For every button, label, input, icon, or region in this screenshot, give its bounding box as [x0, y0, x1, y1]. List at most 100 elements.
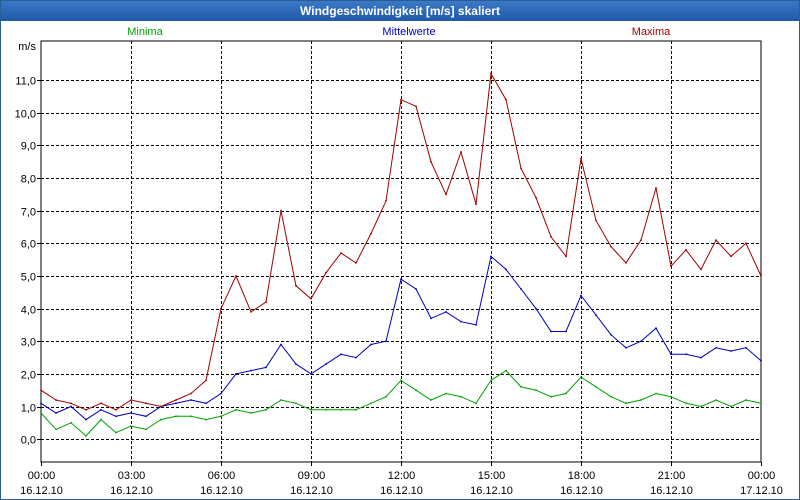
- data-point-mittelwerte: [295, 363, 297, 365]
- data-point-minima: [595, 386, 597, 388]
- x-tick-time: 00:00: [28, 470, 56, 482]
- data-point-mittelwerte: [610, 333, 612, 336]
- data-point-maxima: [115, 408, 117, 411]
- data-point-mittelwerte: [595, 314, 597, 316]
- data-point-minima: [655, 392, 657, 395]
- data-point-mittelwerte: [670, 353, 672, 356]
- data-point-minima: [625, 402, 627, 405]
- data-point-minima: [355, 408, 357, 411]
- data-point-minima: [130, 425, 132, 427]
- data-point-minima: [550, 395, 552, 398]
- y-tick-label: 0,0: [21, 435, 36, 447]
- data-point-maxima: [310, 297, 312, 300]
- data-point-minima: [565, 392, 567, 395]
- data-point-maxima: [175, 399, 177, 401]
- data-point-minima: [100, 418, 102, 421]
- y-tick-label: 11,0: [15, 76, 36, 88]
- data-point-minima: [235, 408, 237, 411]
- data-point-mittelwerte: [580, 294, 582, 297]
- y-tick-label: 3,0: [21, 337, 36, 349]
- data-point-mittelwerte: [730, 350, 732, 352]
- data-point-mittelwerte: [445, 311, 447, 313]
- data-point-maxima: [685, 249, 687, 251]
- data-point-mittelwerte: [715, 346, 717, 349]
- data-point-maxima: [595, 219, 597, 222]
- data-point-mittelwerte: [655, 327, 657, 330]
- data-point-maxima: [130, 399, 132, 401]
- data-point-minima: [310, 408, 312, 411]
- data-point-maxima: [445, 193, 447, 196]
- data-point-mittelwerte: [415, 288, 417, 290]
- data-point-maxima: [505, 98, 507, 101]
- data-point-minima: [415, 389, 417, 392]
- data-point-mittelwerte: [400, 278, 402, 281]
- data-point-maxima: [190, 392, 192, 395]
- data-point-minima: [145, 428, 147, 431]
- data-point-minima: [745, 399, 747, 401]
- data-point-maxima: [160, 405, 162, 408]
- data-point-maxima: [625, 262, 627, 264]
- data-point-minima: [55, 428, 57, 431]
- data-point-mittelwerte: [115, 415, 117, 418]
- data-point-maxima: [55, 399, 57, 401]
- data-point-maxima: [760, 275, 762, 277]
- data-point-mittelwerte: [130, 412, 132, 414]
- data-point-mittelwerte: [340, 353, 342, 356]
- y-tick-label: 8,0: [21, 174, 36, 186]
- data-point-minima: [610, 395, 612, 398]
- data-point-maxima: [325, 271, 327, 274]
- data-point-minima: [295, 402, 297, 405]
- data-point-minima: [160, 418, 162, 421]
- data-point-mittelwerte: [175, 402, 177, 405]
- y-tick-label: 4,0: [21, 305, 36, 317]
- data-point-minima: [520, 386, 522, 388]
- data-point-maxima: [265, 301, 267, 303]
- data-point-minima: [400, 379, 402, 382]
- data-point-maxima: [355, 262, 357, 264]
- data-point-maxima: [670, 265, 672, 268]
- data-point-maxima: [580, 157, 582, 160]
- data-point-mittelwerte: [235, 373, 237, 375]
- y-tick-label: 1,0: [21, 403, 36, 415]
- data-point-maxima: [535, 196, 537, 199]
- data-point-maxima: [400, 98, 402, 101]
- x-tick-date: 16.12.10: [290, 485, 333, 497]
- data-point-minima: [250, 412, 252, 414]
- data-point-maxima: [610, 245, 612, 248]
- x-tick-time: 03:00: [118, 470, 146, 482]
- data-point-minima: [445, 392, 447, 395]
- data-point-minima: [190, 415, 192, 418]
- y-tick-label: 5,0: [21, 272, 36, 284]
- legend-maxima: Maxima: [632, 26, 671, 38]
- data-point-maxima: [70, 402, 72, 405]
- data-point-minima: [385, 395, 387, 398]
- x-tick-date: 16.12.10: [20, 485, 63, 497]
- y-axis-label: m/s: [18, 41, 36, 53]
- data-point-maxima: [565, 255, 567, 258]
- data-point-mittelwerte: [190, 399, 192, 401]
- data-point-mittelwerte: [280, 343, 282, 346]
- data-point-mittelwerte: [760, 359, 762, 362]
- legend-mittelwerte: Mittelwerte: [382, 26, 435, 38]
- data-point-minima: [475, 402, 477, 405]
- data-point-maxima: [415, 105, 417, 108]
- data-point-maxima: [655, 187, 657, 189]
- data-point-minima: [85, 435, 87, 437]
- x-tick-date: 16.12.10: [470, 485, 513, 497]
- data-point-minima: [265, 408, 267, 411]
- data-point-minima: [760, 402, 762, 405]
- data-point-mittelwerte: [310, 373, 312, 375]
- x-tick-date: 16.12.10: [110, 485, 153, 497]
- data-point-maxima: [145, 402, 147, 405]
- data-point-mittelwerte: [505, 268, 507, 271]
- data-point-mittelwerte: [520, 288, 522, 290]
- data-point-mittelwerte: [220, 392, 222, 395]
- data-point-maxima: [385, 200, 387, 202]
- data-point-mittelwerte: [490, 255, 492, 258]
- data-point-mittelwerte: [565, 330, 567, 333]
- data-point-mittelwerte: [745, 346, 747, 349]
- data-point-maxima: [745, 242, 747, 245]
- data-point-minima: [40, 412, 42, 414]
- data-point-minima: [175, 415, 177, 418]
- data-point-mittelwerte: [370, 343, 372, 346]
